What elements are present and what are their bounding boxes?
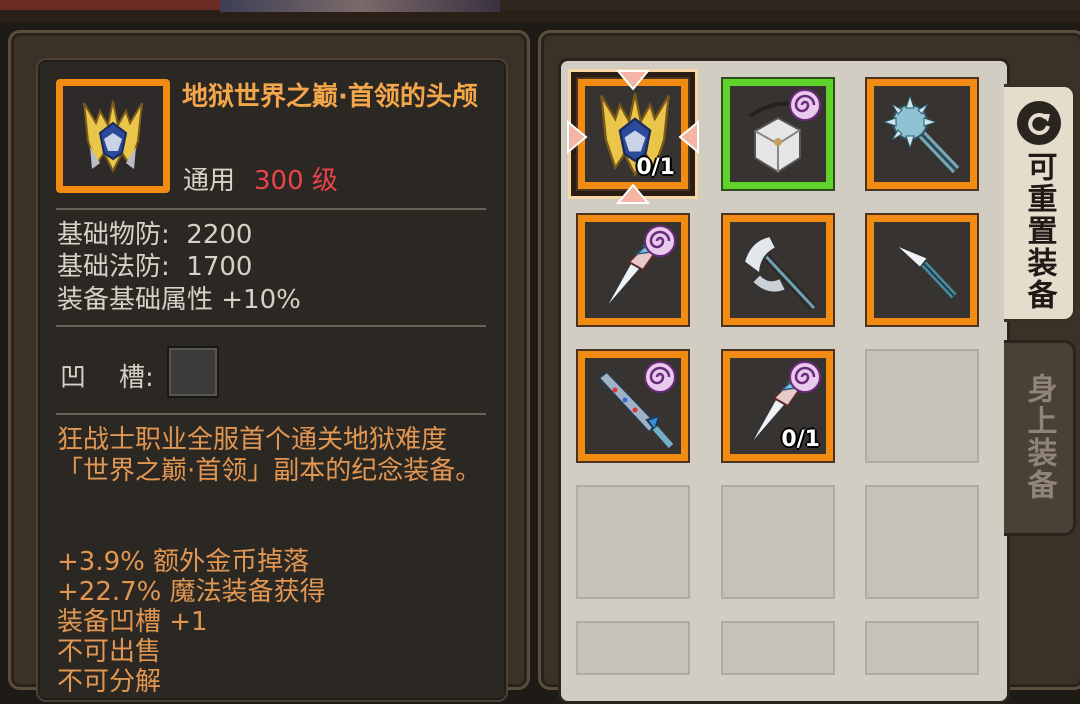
stat-magic-defense: 基础法防: 1700 [57, 252, 253, 282]
refresh-icon[interactable] [1016, 101, 1061, 145]
socket-label: 凹 槽: [60, 363, 154, 393]
inventory-slot-2[interactable] [721, 77, 835, 191]
magic-swirl-icon [789, 361, 821, 393]
divider [56, 208, 486, 210]
inventory-slot-13[interactable] [576, 621, 690, 675]
battle-axe-icon [742, 234, 817, 311]
inventory-slot-10[interactable] [576, 485, 690, 599]
inventory-slot-5[interactable] [721, 213, 835, 327]
spearhead-icon [893, 243, 957, 299]
inventory-slot-6[interactable] [865, 213, 979, 327]
item-level-requirement: 300 级 [254, 166, 338, 196]
inventory-slot-8[interactable]: 0/1 [721, 349, 835, 463]
inventory-slot-14[interactable] [721, 621, 835, 675]
magic-swirl-icon [789, 89, 821, 121]
item-name: 地狱世界之巅·首领的头颅 [182, 82, 478, 112]
spiked-mace-icon [882, 94, 960, 174]
magic-swirl-icon [644, 361, 676, 393]
tab-label: 身上装备 [1021, 373, 1057, 501]
item-description: 狂战士职业全服首个通关地狱难度「世界之巅·首领」副本的纪念装备。 [57, 425, 482, 486]
inventory-slot-12[interactable] [865, 485, 979, 599]
socket-slot[interactable] [167, 346, 219, 398]
inventory-slot-11[interactable] [721, 485, 835, 599]
stat-physical-defense: 基础物防: 2200 [57, 220, 253, 250]
inventory-slot-9[interactable] [865, 349, 979, 463]
inventory-slot-4[interactable] [576, 213, 690, 327]
item-type: 通用 [183, 166, 236, 196]
tab-label: 可重置装备 [1021, 151, 1057, 311]
tab-equipped-gear[interactable]: 身上装备 [1004, 340, 1076, 536]
bonus-unsellable: 不可出售 [57, 637, 162, 667]
bonus-gold-drop: +3.9% 额外金币掉落 [57, 547, 310, 577]
tooltip-item-icon [56, 79, 170, 193]
golden-helmet-icon [83, 100, 143, 174]
bonus-undismantlable: 不可分解 [57, 667, 162, 697]
divider [56, 325, 486, 327]
inventory-slot-15[interactable] [865, 621, 979, 675]
bonus-magic-find: +22.7% 魔法装备获得 [57, 577, 326, 607]
inventory-slot-3[interactable] [865, 77, 979, 191]
item-count: 0/1 [781, 427, 820, 452]
tab-resettable-equipment[interactable]: 可重置装备 [1004, 84, 1076, 322]
stat-base-attribute: 装备基础属性 +10% [57, 285, 301, 315]
inventory-slot-7[interactable] [576, 349, 690, 463]
bonus-socket: 装备凹槽 +1 [57, 607, 208, 637]
top-strip [0, 0, 1080, 22]
selection-arrows-icon [567, 70, 699, 204]
magic-swirl-icon [644, 225, 676, 257]
divider [56, 413, 486, 415]
